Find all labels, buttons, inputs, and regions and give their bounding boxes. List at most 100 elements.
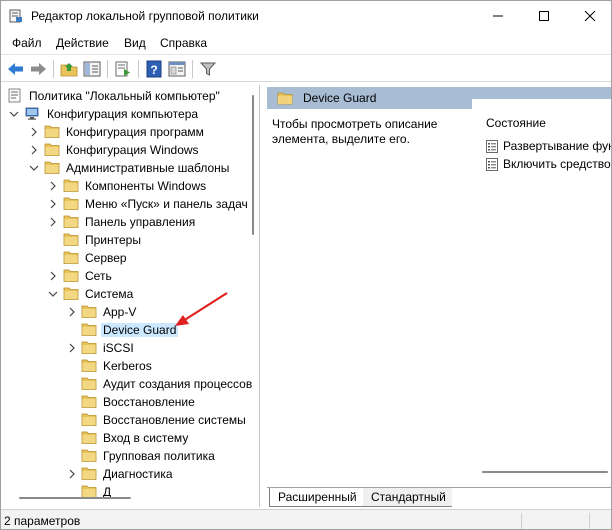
show-hide-tree-button[interactable] bbox=[82, 59, 102, 79]
menu-action[interactable]: Действие bbox=[56, 36, 109, 50]
tree-item[interactable]: Сеть bbox=[1, 267, 259, 285]
minimize-icon bbox=[493, 15, 503, 17]
menu-help[interactable]: Справка bbox=[160, 36, 207, 50]
tree-item-label: Политика "Локальный компьютер" bbox=[29, 89, 220, 103]
details-pane: Device Guard Чтобы просмотреть описание … bbox=[267, 85, 611, 507]
folder-icon bbox=[63, 287, 79, 300]
tree-item[interactable]: iSCSI bbox=[1, 339, 259, 357]
app-icon bbox=[9, 9, 22, 23]
tree-item-label: App-V bbox=[103, 305, 137, 319]
window-title: Редактор локальной групповой политики bbox=[31, 9, 259, 23]
tree-item-label: Вход в систему bbox=[103, 431, 189, 445]
tree-item[interactable]: Диагностика bbox=[1, 465, 259, 483]
chevron-down-icon[interactable] bbox=[48, 289, 58, 299]
tree-horizontal-scrollbar[interactable] bbox=[1, 491, 247, 505]
tree-vertical-scrollbar[interactable] bbox=[247, 85, 259, 491]
minimize-button[interactable] bbox=[475, 1, 521, 31]
title-bar: Редактор локальной групповой политики bbox=[1, 1, 611, 31]
tree-item-label: Групповая политика bbox=[103, 449, 215, 463]
back-button[interactable] bbox=[6, 59, 26, 79]
forward-button[interactable] bbox=[28, 59, 48, 79]
tree-item[interactable]: Политика "Локальный компьютер" bbox=[1, 87, 259, 105]
tree-item[interactable]: Меню «Пуск» и панель задач bbox=[1, 195, 259, 213]
column-header-state[interactable]: Состояние bbox=[486, 116, 546, 130]
help-button[interactable]: ? bbox=[144, 59, 164, 79]
toolbar-separator bbox=[192, 60, 193, 78]
folder-icon bbox=[44, 161, 60, 174]
tree-item[interactable]: Панель управления bbox=[1, 213, 259, 231]
chevron-right-icon[interactable] bbox=[67, 307, 77, 317]
toolbar: ? bbox=[1, 54, 611, 82]
folder-icon bbox=[81, 467, 97, 480]
tree-item[interactable]: Конфигурация компьютера bbox=[1, 105, 259, 123]
chevron-right-icon[interactable] bbox=[29, 127, 39, 137]
tree-item[interactable]: Вход в систему bbox=[1, 429, 259, 447]
details-title: Device Guard bbox=[303, 91, 377, 105]
maximize-icon bbox=[539, 11, 549, 21]
scrollbar-thumb[interactable] bbox=[252, 95, 254, 235]
menu-view[interactable]: Вид bbox=[124, 36, 146, 50]
close-icon bbox=[584, 10, 596, 22]
chevron-right-icon[interactable] bbox=[48, 181, 58, 191]
tree-item-label: Конфигурация компьютера bbox=[47, 107, 199, 121]
chevron-right-icon[interactable] bbox=[48, 217, 58, 227]
chevron-right-icon[interactable] bbox=[48, 199, 58, 209]
menu-file[interactable]: Файл bbox=[12, 36, 42, 50]
chevron-right-icon[interactable] bbox=[67, 469, 77, 479]
chevron-down-icon[interactable] bbox=[29, 163, 39, 173]
tree-item[interactable]: Групповая политика bbox=[1, 447, 259, 465]
properties-icon bbox=[168, 61, 186, 77]
status-separator bbox=[589, 513, 590, 529]
tree-item[interactable]: Аудит создания процессов bbox=[1, 375, 259, 393]
tab-standard[interactable]: Стандартный bbox=[363, 488, 452, 507]
list-horizontal-scrollbar[interactable] bbox=[482, 471, 608, 473]
chevron-down-icon[interactable] bbox=[9, 109, 19, 119]
app-window: Редактор локальной групповой политики Фа… bbox=[0, 0, 612, 530]
up-level-button[interactable] bbox=[59, 59, 79, 79]
tree-item-label: Восстановление системы bbox=[103, 413, 246, 427]
folder-icon bbox=[63, 179, 79, 192]
filter-button[interactable] bbox=[198, 59, 218, 79]
folder-icon bbox=[44, 125, 60, 138]
tree-item[interactable]: Сервер bbox=[1, 249, 259, 267]
status-text: 2 параметров bbox=[4, 514, 81, 528]
chevron-right-icon[interactable] bbox=[29, 145, 39, 155]
properties-button[interactable] bbox=[167, 59, 187, 79]
forward-arrow-icon bbox=[31, 63, 46, 75]
tree-item-label: Сеть bbox=[85, 269, 112, 283]
folder-icon bbox=[81, 413, 97, 426]
filter-icon bbox=[199, 62, 217, 76]
folder-icon bbox=[81, 449, 97, 462]
tree-item[interactable]: Kerberos bbox=[1, 357, 259, 375]
close-button[interactable] bbox=[567, 1, 611, 31]
export-list-icon bbox=[115, 61, 130, 77]
tree-item-label: Аудит создания процессов bbox=[103, 377, 253, 391]
folder-icon bbox=[81, 395, 97, 408]
tree-item[interactable]: Восстановление системы bbox=[1, 411, 259, 429]
chevron-right-icon[interactable] bbox=[67, 343, 77, 353]
tree-item[interactable]: Конфигурация Windows bbox=[1, 141, 259, 159]
tree-item[interactable]: Принтеры bbox=[1, 231, 259, 249]
folder-icon bbox=[63, 197, 79, 210]
tree-item-label: Device Guard bbox=[101, 323, 179, 337]
tree-item[interactable]: Конфигурация программ bbox=[1, 123, 259, 141]
scrollbar-thumb[interactable] bbox=[19, 497, 131, 499]
tree-item-label: Сервер bbox=[85, 251, 127, 265]
computer-icon bbox=[25, 107, 39, 120]
tree-item[interactable]: Административные шаблоны bbox=[1, 159, 259, 177]
view-tabs: Расширенный Стандартный bbox=[267, 487, 611, 507]
status-separator bbox=[521, 513, 522, 529]
maximize-button[interactable] bbox=[521, 1, 567, 31]
folder-icon bbox=[63, 251, 79, 264]
description-text: Чтобы просмотреть описание элемента, выд… bbox=[272, 117, 438, 146]
tree-item[interactable]: Восстановление bbox=[1, 393, 259, 411]
export-list-button[interactable] bbox=[113, 59, 133, 79]
tree-item[interactable]: Компоненты Windows bbox=[1, 177, 259, 195]
chevron-right-icon[interactable] bbox=[48, 271, 58, 281]
tab-extended[interactable]: Расширенный bbox=[269, 488, 363, 507]
list-item-label: Включить средство bbox=[503, 157, 611, 171]
toolbar-separator bbox=[53, 60, 54, 78]
folder-icon bbox=[44, 143, 60, 156]
folder-icon bbox=[63, 269, 79, 282]
tree-item-label: Система bbox=[85, 287, 134, 301]
